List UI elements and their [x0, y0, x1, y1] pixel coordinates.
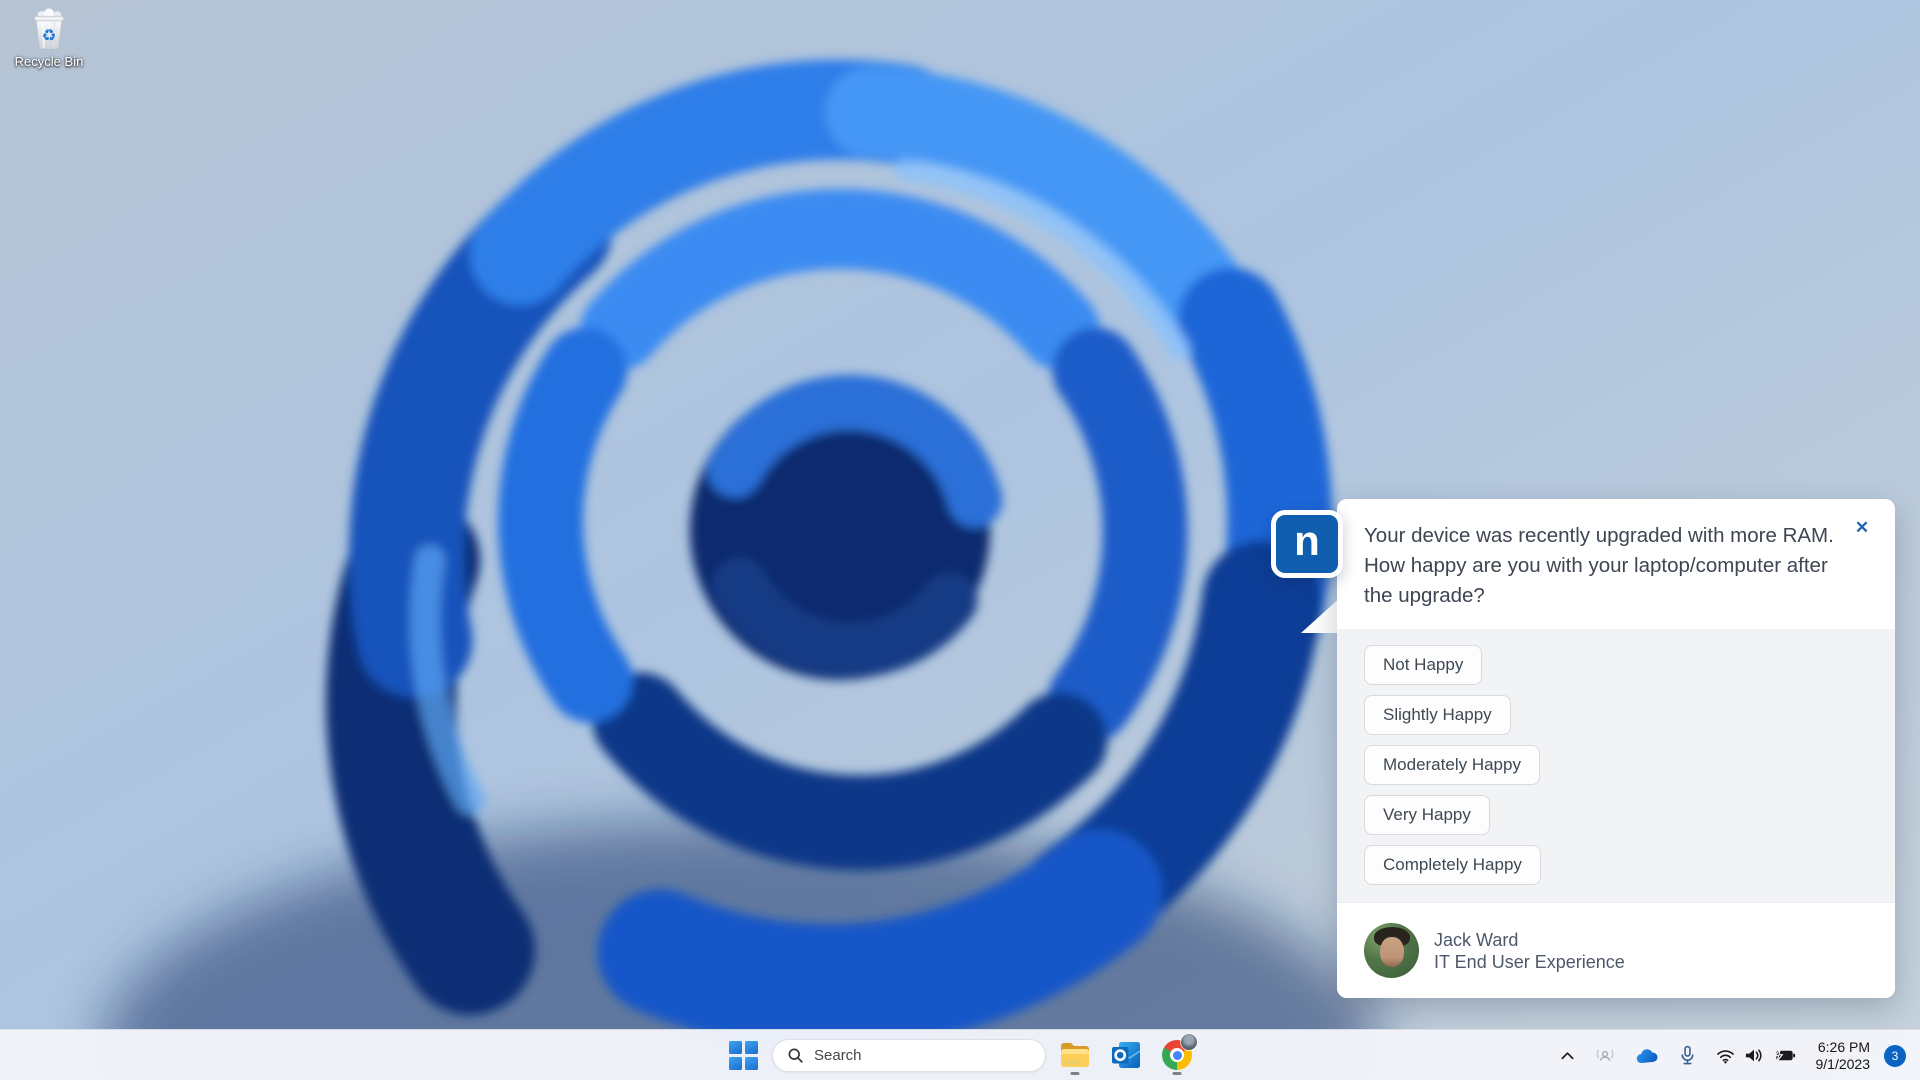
survey-options: Not Happy Slightly Happy Moderately Happ…	[1337, 629, 1895, 902]
windows-start-icon	[728, 1040, 758, 1070]
magnifier-icon	[788, 1048, 803, 1063]
nexthink-logo-letter: n	[1294, 517, 1320, 564]
taskbar: 6:26 PM 9/1/2023 3	[0, 1029, 1920, 1080]
avatar	[1364, 923, 1419, 978]
clock[interactable]: 6:26 PM 9/1/2023	[1810, 1034, 1877, 1077]
tray-chevron-up-icon[interactable]	[1554, 1045, 1581, 1067]
start-button[interactable]	[721, 1033, 765, 1077]
option-very-happy[interactable]: Very Happy	[1364, 795, 1490, 835]
sender-info: Jack Ward IT End User Experience	[1434, 929, 1625, 973]
system-tray: 6:26 PM 9/1/2023 3	[1554, 1030, 1906, 1080]
survey-footer: Jack Ward IT End User Experience	[1337, 902, 1895, 998]
taskbar-app-outlook[interactable]	[1104, 1033, 1148, 1077]
option-slightly-happy[interactable]: Slightly Happy	[1364, 695, 1511, 735]
recycle-bin-icon: ♻	[26, 8, 72, 52]
battery-charging-icon	[1773, 1048, 1795, 1062]
chrome-profile-avatar	[1181, 1034, 1197, 1050]
option-not-happy[interactable]: Not Happy	[1364, 645, 1483, 685]
search-input[interactable]	[814, 1046, 1014, 1064]
sender-role: IT End User Experience	[1434, 951, 1625, 972]
tray-cast-icon[interactable]	[1589, 1041, 1621, 1071]
wifi-icon	[1716, 1049, 1734, 1064]
recycle-bin-label: Recycle Bin	[14, 54, 84, 69]
nexthink-logo: n	[1271, 510, 1343, 578]
notification-count-badge[interactable]: 3	[1884, 1044, 1906, 1067]
quick-settings[interactable]	[1710, 1042, 1802, 1069]
svg-text:♻: ♻	[42, 26, 57, 45]
survey-header: Your device was recently upgraded with m…	[1337, 499, 1895, 629]
option-moderately-happy[interactable]: Moderately Happy	[1364, 745, 1540, 785]
survey-card: Your device was recently upgraded with m…	[1337, 499, 1895, 998]
tray-time: 6:26 PM	[1817, 1039, 1870, 1055]
option-completely-happy[interactable]: Completely Happy	[1364, 845, 1541, 885]
tray-microphone-icon[interactable]	[1673, 1040, 1702, 1071]
file-explorer-icon	[1061, 1043, 1089, 1067]
search-box[interactable]	[772, 1038, 1046, 1072]
tray-date: 9/1/2023	[1815, 1055, 1871, 1072]
volume-icon	[1745, 1049, 1761, 1062]
taskbar-center	[721, 1033, 1199, 1077]
tray-onedrive-icon[interactable]	[1629, 1043, 1665, 1069]
survey-question: Your device was recently upgraded with m…	[1364, 524, 1834, 607]
close-icon[interactable]: ✕	[1849, 515, 1875, 541]
sender-name: Jack Ward	[1434, 929, 1519, 950]
desktop-icon-recycle-bin[interactable]: ♻ Recycle Bin	[10, 8, 88, 69]
outlook-icon	[1112, 1042, 1141, 1068]
taskbar-app-chrome[interactable]	[1155, 1033, 1199, 1077]
taskbar-app-file-explorer[interactable]	[1053, 1033, 1097, 1077]
